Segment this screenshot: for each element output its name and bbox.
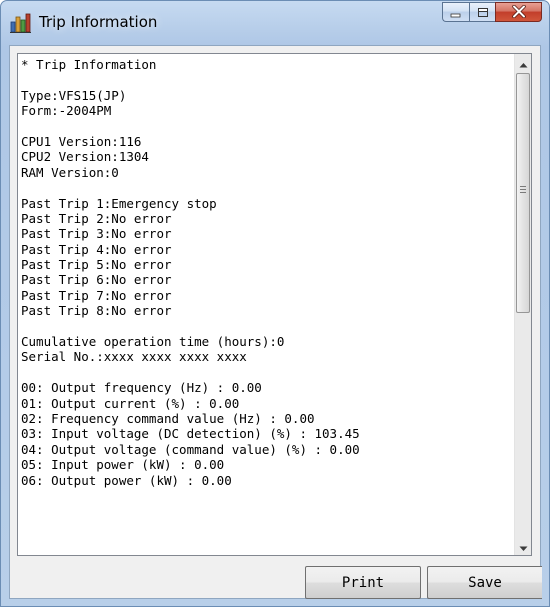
text-line: Serial No.:xxxx xxxx xxxx xxxx	[21, 349, 247, 365]
vertical-scrollbar[interactable]	[514, 54, 531, 555]
text-line: CPU2 Version:1304	[21, 149, 149, 165]
text-line: 03: Input voltage (DC detection) (%) : 1…	[21, 426, 360, 442]
maximize-button[interactable]	[469, 2, 495, 22]
text-line: 00: Output frequency (Hz) : 0.00	[21, 380, 262, 396]
chart-app-icon	[10, 13, 32, 33]
text-line: 02: Frequency command value (Hz) : 0.00	[21, 410, 315, 426]
text-line: Past Trip 6:No error	[21, 272, 172, 288]
close-icon	[511, 3, 526, 22]
text-line: Type:VFS15(JP)	[21, 87, 127, 103]
text-line: Past Trip 8:No error	[21, 303, 172, 319]
trip-info-textbox[interactable]: * Trip Information Type:VFS15(JP) Form:-20…	[17, 53, 532, 556]
text-line	[21, 365, 511, 380]
trip-info-text: * Trip Information Type:VFS15(JP) Form:-20…	[21, 57, 511, 553]
text-line: 04: Output voltage (command value) (%) :…	[21, 441, 360, 457]
minimize-button[interactable]	[442, 2, 469, 22]
text-line: Past Trip 2:No error	[21, 210, 172, 226]
text-line: 01: Output current (%) : 0.00	[21, 395, 240, 411]
caption-buttons	[442, 2, 542, 24]
text-line	[21, 72, 511, 87]
trip-information-window: Trip Information * Trip Information Type:…	[0, 0, 550, 607]
scroll-thumb-grip-icon	[520, 186, 526, 193]
maximize-icon	[477, 3, 489, 22]
print-button[interactable]: Print	[305, 566, 421, 599]
text-line: Form:-2004PM	[21, 103, 112, 119]
title-bar[interactable]: Trip Information	[1, 1, 549, 45]
scroll-down-arrow-icon	[519, 537, 528, 555]
text-line: Past Trip 7:No error	[21, 287, 172, 303]
text-line	[21, 319, 511, 334]
minimize-icon	[450, 3, 462, 22]
text-line: 06: Output power (kW) : 0.00	[21, 472, 232, 488]
text-line	[21, 119, 511, 134]
text-line: * Trip Information	[21, 57, 157, 72]
scroll-down-button[interactable]	[515, 538, 531, 555]
text-line: Past Trip 5:No error	[21, 257, 172, 273]
text-line: Past Trip 3:No error	[21, 226, 172, 242]
text-line: CPU1 Version:116	[21, 133, 142, 149]
scroll-up-arrow-icon	[519, 54, 528, 72]
text-line: RAM Version:0	[21, 164, 119, 180]
scroll-thumb[interactable]	[516, 73, 530, 313]
text-line	[21, 180, 511, 195]
client-area: * Trip Information Type:VFS15(JP) Form:-20…	[9, 45, 542, 599]
text-line: Past Trip 4:No error	[21, 241, 172, 257]
window-title: Trip Information	[39, 13, 158, 31]
text-line: 05: Input power (kW) : 0.00	[21, 457, 225, 473]
scroll-up-button[interactable]	[515, 54, 531, 71]
close-button[interactable]	[495, 2, 542, 22]
text-line: Cumulative operation time (hours):0	[21, 334, 285, 350]
save-button[interactable]: Save	[427, 566, 542, 599]
text-line: Past Trip 1:Emergency stop	[21, 195, 217, 211]
